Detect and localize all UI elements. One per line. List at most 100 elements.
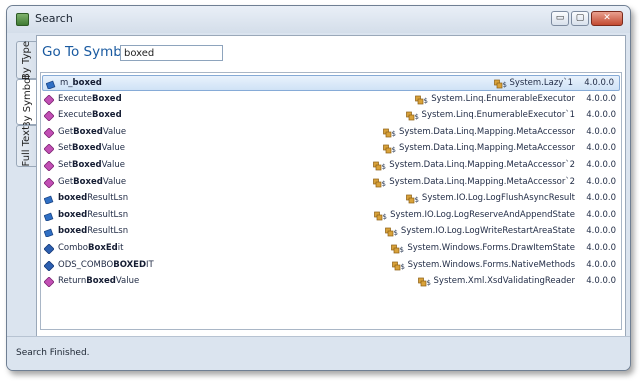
tab-label: Full Text [21,125,32,167]
class-icon: $ [383,127,397,138]
tab-label: By Type [21,40,32,80]
search-panel: Go To Symbol: m_boxed4.0.0.0System.Lazy`… [36,35,626,365]
assembly-version: 4.0.0.0 [586,226,616,237]
containing-type: System.Data.Linq.Mapping.MetaAccessor [398,126,575,137]
symbol-name: SetBoxedValue [58,160,125,170]
title-bar[interactable]: Search ▭ ▢ ✕ [7,6,630,33]
maximize-button[interactable]: ▢ [571,11,589,26]
symbol-name-match: boxed [58,209,88,220]
result-row[interactable]: GetBoxedValue 4.0.0.0 System.Data.Linq.Map… [41,175,621,191]
containing-type: System.Data.Linq.Mapping.MetaAccessor`2 [389,160,575,170]
result-row[interactable]: ReturnBoxedValue 4.0.0.0 System.Xml.XsdVal… [41,274,621,290]
containing-type: System.Data.Linq.Mapping.MetaAccessor`2 [389,176,575,187]
svg-text:$: $ [400,246,404,254]
symbol-name-match: Boxed [73,176,103,187]
symbol-name-match: BOXED [113,259,147,270]
symbol-name: ExecuteBoxed [58,110,122,120]
result-row[interactable]: boxedResultLsn 4.0.0.0 System.IO.Log.LogWr… [41,224,621,240]
svg-text:$: $ [393,229,397,237]
result-row[interactable]: ComboBoxEdit 4.0.0.0 System.Windows.Forms.… [41,241,621,257]
symbol-name-prefix: Execute [58,93,92,104]
svg-text:$: $ [391,130,395,138]
tab-by-type[interactable]: By Type [16,41,36,79]
symbol-name-match: Boxed [92,110,122,121]
result-row[interactable]: GetBoxedValue 4.0.0.0 System.Data.Linq.Map… [41,125,621,141]
method-icon [43,160,55,172]
tab-label: By Symbol [22,75,33,129]
close-button[interactable]: ✕ [591,11,623,26]
assembly-version: 4.0.0.0 [586,160,616,170]
symbol-name-prefix: ODS_COMBO [58,259,114,270]
svg-text:$: $ [502,81,506,89]
result-row[interactable]: m_boxed 4.0.0.0 System.Lazy`1 $ [42,75,620,91]
result-row[interactable]: ODS_COMBOBOXEDIT 4.0.0.0 System.Windows.Fo… [41,258,621,274]
svg-text:$: $ [382,180,386,188]
symbol-search-input[interactable] [120,45,223,61]
containing-type: System.Data.Linq.Mapping.MetaAccessor [398,143,575,154]
field-icon [43,227,54,239]
class-icon: $ [391,243,405,254]
containing-type: System.IO.Log.LogReserveAndAppendState [390,209,575,220]
symbol-name-match: Boxed [73,126,103,137]
result-row[interactable]: SetBoxedValue 4.0.0.0 System.Data.Linq.Map… [41,158,621,174]
containing-type: System.Linq.EnumerableExecutor`1 [421,110,575,121]
class-icon: $ [385,226,399,237]
assembly-version: 4.0.0.0 [586,143,616,154]
assembly-version: 4.0.0.0 [586,193,616,204]
assembly-version: 4.0.0.0 [586,243,616,253]
symbol-name-prefix: m_ [60,78,73,88]
symbol-name-match: Boxed [71,160,102,170]
containing-type: System.Windows.Forms.DrawItemState [407,243,575,253]
symbol-name: ExecuteBoxed [58,94,122,104]
symbol-name: SetBoxedValue [58,143,125,153]
class-icon: $ [415,94,429,105]
symbol-name-suffix: Value [101,143,125,154]
result-row[interactable]: ExecuteBoxed 4.0.0.0 System.Linq.Enumerabl… [41,92,621,108]
containing-type: System.Lazy`1 [509,78,574,88]
symbol-name-match: Boxed [71,143,102,154]
result-row[interactable]: boxedResultLsn 4.0.0.0 System.IO.Log.LogRe… [41,208,621,224]
containing-type: System.Windows.Forms.NativeMethods [407,259,575,270]
symbol-name: ComboBoxEdit [58,243,123,253]
containing-type: System.IO.Log.LogWriteRestartAreaState [400,226,575,237]
symbol-name-suffix: it [117,243,124,253]
method-icon [43,94,55,106]
tab-by-symbol[interactable]: By Symbol [16,75,38,129]
assembly-version: 4.0.0.0 [584,78,614,88]
symbol-name-prefix: Return [58,276,87,287]
result-row[interactable]: SetBoxedValue 4.0.0.0 System.Data.Linq.Map… [41,141,621,157]
assembly-version: 4.0.0.0 [586,176,616,187]
assembly-version: 4.0.0.0 [586,110,616,121]
svg-text:$: $ [391,146,395,154]
symbol-name-suffix: Value [102,126,127,137]
field-icon [45,79,56,90]
symbol-name: boxedResultLsn [58,193,128,203]
svg-text:$: $ [426,279,430,287]
status-bar: Search Finished. [7,336,630,370]
method-icon [43,177,55,189]
symbol-name-suffix: ResultLsn [87,193,129,204]
symbol-name: ReturnBoxedValue [58,276,139,286]
assembly-version: 4.0.0.0 [586,259,616,270]
method-icon [43,127,55,139]
symbol-name-match: BoxEd [88,243,118,253]
results-list[interactable]: m_boxed 4.0.0.0 System.Lazy`1 $ ExecuteBoxed… [40,72,622,330]
svg-text:$: $ [414,196,418,204]
symbol-name-match: boxed [58,226,88,237]
result-row[interactable]: boxedResultLsn 4.0.0.0 System.IO.Log.LogFl… [41,191,621,207]
class-icon: $ [373,177,387,188]
symbol-name: GetBoxedValue [58,177,126,187]
symbol-name-suffix: Value [101,160,125,170]
class-icon: $ [374,210,388,221]
symbol-name: m_boxed [60,78,102,88]
window-title: Search [35,12,73,25]
result-row[interactable]: ExecuteBoxed 4.0.0.0 System.Linq.Enumerabl… [41,108,621,124]
symbol-name: boxedResultLsn [58,226,128,236]
containing-type: System.Linq.EnumerableExecutor [431,93,575,104]
symbol-name-prefix: Set [58,143,72,154]
class-icon: $ [383,143,397,154]
method-icon [43,110,55,122]
minimize-button[interactable]: ▭ [551,11,569,26]
symbol-name: boxedResultLsn [58,210,128,220]
tab-full-text[interactable]: Full Text [16,125,36,167]
